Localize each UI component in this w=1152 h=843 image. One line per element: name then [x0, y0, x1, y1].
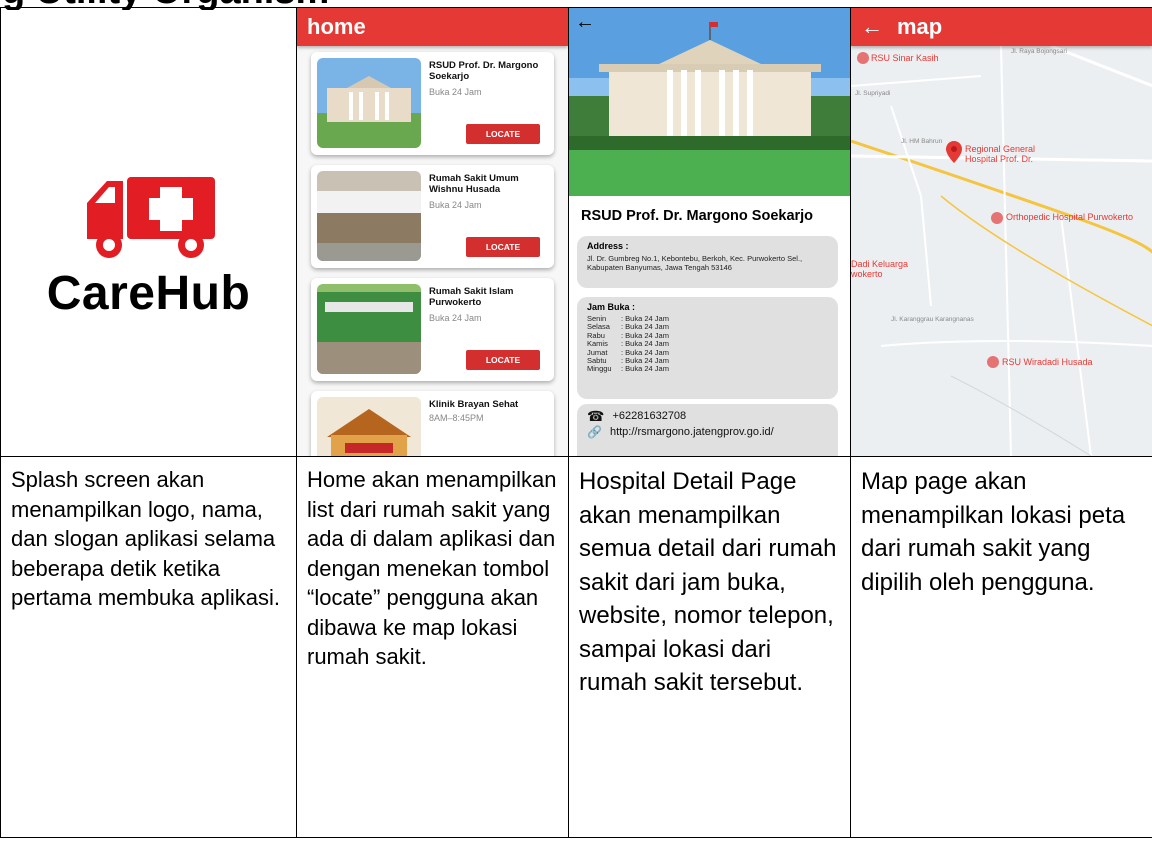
hospital-icon — [991, 212, 1003, 224]
caption-map: Map page akan menampilkan lokasi peta da… — [861, 468, 1126, 596]
hospital-thumbnail — [317, 284, 421, 374]
locate-button[interactable]: LOCATE — [466, 350, 540, 370]
hours-label: Jam Buka : — [587, 302, 636, 312]
hospital-hours: 8AM–8:45PM — [429, 413, 484, 423]
home-cell: home RSUD Prof. Dr. Margono Soekarjo Buk… — [296, 7, 569, 457]
address-text: Jl. Dr. Gumbreg No.1, Kebontebu, Berkoh,… — [587, 254, 803, 272]
hospital-hours: Buka 24 Jam — [429, 87, 482, 97]
map-title: map — [897, 14, 943, 39]
schedule-hours: : Buka 24 Jam — [621, 364, 669, 374]
contact-panel: ☎ +62281632708 🔗 http://rsmargono.jateng… — [577, 404, 838, 456]
phone-icon: ☎ — [587, 408, 605, 424]
back-arrow-icon[interactable]: ← — [861, 14, 883, 40]
map-cell: ← map Jl. Raya Bojongsari Jl. Supriyadi … — [850, 7, 1152, 457]
locate-button[interactable]: LOCATE — [466, 237, 540, 257]
detail-cell: ← RSUD Prof. Dr. Margono Soekarjo Addres… — [568, 7, 851, 457]
hospital-thumbnail — [317, 397, 421, 456]
hospital-list: RSUD Prof. Dr. Margono Soekarjo Buka 24 … — [297, 46, 568, 456]
locate-button[interactable]: LOCATE — [466, 124, 540, 144]
street-label: Jl. Supriyadi — [855, 90, 891, 97]
splash-screen: CareHub — [2, 9, 296, 456]
caption-cell: Map page akan menampilkan lokasi peta da… — [850, 456, 1152, 838]
schedule-list: Senin: Buka 24 Jam Selasa: Buka 24 Jam R… — [587, 314, 828, 374]
hospital-icon — [857, 52, 869, 64]
schedule-day: Minggu — [587, 364, 612, 374]
hospital-card[interactable]: Klinik Brayan Sehat 8AM–8:45PM — [311, 391, 554, 456]
hospital-name: Rumah Sakit Islam Purwokerto — [429, 286, 514, 308]
street-label: Jl. Raya Bojongsari — [1011, 48, 1067, 55]
map-appbar: ← map — [851, 8, 1152, 46]
address-label: Address : — [587, 241, 629, 251]
caption-cell: Splash screen akan menampilkan logo, nam… — [0, 456, 297, 838]
back-arrow-icon[interactable]: ← — [575, 11, 595, 34]
app-name: CareHub — [46, 267, 251, 320]
hospital-hours: Buka 24 Jam — [429, 313, 482, 323]
caption-cell: Hospital Detail Page akan menampilkan se… — [568, 456, 851, 838]
ambulance-icon — [2, 173, 296, 268]
website-link: http://rsmargono.jatengprov.go.id/ — [609, 426, 774, 438]
caption-home: Home akan menampilkan list dari rumah sa… — [307, 467, 557, 669]
link-icon: 🔗 — [587, 425, 602, 439]
phone-row[interactable]: ☎ +62281632708 — [587, 408, 828, 424]
hospital-marker[interactable]: RSU Wiradadi Husada — [987, 356, 1093, 368]
hospital-thumbnail — [317, 58, 421, 148]
hospital-name: Klinik Brayan Sehat — [429, 399, 519, 410]
home-appbar: home — [297, 8, 568, 46]
map-screen: ← map Jl. Raya Bojongsari Jl. Supriyadi … — [851, 8, 1152, 456]
hospital-card[interactable]: Rumah Sakit Islam Purwokerto Buka 24 Jam… — [311, 278, 554, 381]
hospital-photo — [569, 8, 850, 196]
street-label: Jl. HM Bahrun — [901, 138, 943, 145]
hospital-detail-name: RSUD Prof. Dr. Margono Soekarjo — [581, 208, 814, 224]
splash-cell: CareHub — [0, 7, 297, 457]
selected-location-pin-icon[interactable] — [946, 141, 962, 168]
hospital-marker[interactable]: Orthopedic Hospital Purwokerto — [991, 212, 1136, 224]
caption-detail: Hospital Detail Page akan menampilkan se… — [579, 468, 837, 696]
website-row[interactable]: 🔗 http://rsmargono.jatengprov.go.id/ — [587, 425, 828, 439]
hours-panel: Jam Buka : Senin: Buka 24 Jam Selasa: Bu… — [577, 297, 838, 399]
home-title: home — [307, 14, 366, 39]
hospital-card[interactable]: Rumah Sakit Umum Wishnu Husada Buka 24 J… — [311, 165, 554, 268]
selected-location-label: Regional General Hospital Prof. Dr. — [965, 144, 1036, 164]
hospital-thumbnail — [317, 171, 421, 261]
map-view[interactable]: Jl. Raya Bojongsari Jl. Supriyadi Jl. Ka… — [851, 46, 1152, 456]
hospital-hours: Buka 24 Jam — [429, 200, 482, 210]
street-label: Jl. Karanggrau Karangnanas — [891, 316, 974, 323]
hospital-card[interactable]: RSUD Prof. Dr. Margono Soekarjo Buka 24 … — [311, 52, 554, 155]
hospital-marker[interactable]: RSU Sinar Kasih — [857, 52, 939, 64]
caption-splash: Splash screen akan menampilkan logo, nam… — [11, 467, 281, 610]
detail-screen: ← RSUD Prof. Dr. Margono Soekarjo Addres… — [569, 8, 850, 456]
storyboard-table: CareHub home RSUD Prof. Dr. Margono Soek… — [0, 7, 1152, 838]
caption-cell: Home akan menampilkan list dari rumah sa… — [296, 456, 569, 838]
phone-number: +62281632708 — [612, 410, 687, 422]
hospital-name: Rumah Sakit Umum Wishnu Husada — [429, 173, 519, 195]
hospital-name: RSUD Prof. Dr. Margono Soekarjo — [429, 60, 539, 82]
hospital-label: Dadi Keluarga wokerto — [851, 259, 909, 279]
hospital-icon — [987, 356, 999, 368]
home-screen: home RSUD Prof. Dr. Margono Soekarjo Buk… — [297, 8, 568, 456]
address-panel: Address : Jl. Dr. Gumbreg No.1, Kebonteb… — [577, 236, 838, 288]
